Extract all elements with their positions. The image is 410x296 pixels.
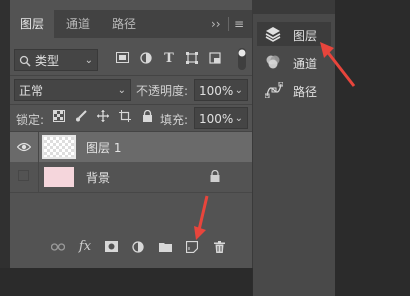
chevron-down-icon: ⌄ [234,113,243,124]
dock-item-label: 路径 [293,85,318,99]
kind-filter-label: 类型 [35,54,60,68]
layer-name: 背景 [86,171,111,185]
dock-item-label: 图层 [293,29,318,43]
fill-label: 填充: [160,113,189,127]
paths-icon [264,81,284,99]
bottom-strip [0,268,252,296]
layer-row-background[interactable]: 背景 [10,162,252,192]
tab-separator [228,17,229,31]
opacity-value: 100% [199,84,234,98]
filter-toggle-icon[interactable] [236,48,248,75]
lock-all-icon[interactable] [140,109,154,127]
divider [10,192,252,193]
lock-icon [210,169,220,185]
panel-menu-icon[interactable]: ≡ [234,10,244,38]
blend-mode-select[interactable]: 正常 ⌄ [14,79,131,101]
blend-row: 正常 ⌄ 不透明度: 100% ⌄ [10,78,252,102]
tab-layers[interactable]: 图层 [10,10,54,38]
eye-icon [17,142,31,152]
layers-panel: 图层 通道 路径 ›› ≡ 类型 ⌄ T 正常 ⌄ 不透明度: 100% ⌄ 锁… [10,0,253,268]
dock-header [253,0,335,14]
lock-label: 锁定: [16,113,45,127]
chevron-down-icon: ⌄ [84,55,93,66]
opacity-label: 不透明度: [136,84,189,98]
layer-name: 图层 1 [86,141,122,155]
kind-filter-select[interactable]: 类型 ⌄ [14,49,98,71]
visibility-empty-box [18,170,29,181]
search-icon [19,50,31,74]
fx-icon[interactable]: fx [74,236,96,258]
layer-thumbnail [44,167,74,187]
annotation-arrow [320,42,356,87]
layer-thumbnail [42,135,76,159]
visibility-toggle[interactable] [10,132,39,162]
panel-tabbar: 图层 通道 路径 ›› ≡ [10,10,252,38]
annotation-arrow [194,195,209,240]
lock-transparent-icon[interactable] [52,110,66,127]
link-icon[interactable] [47,236,69,258]
left-strip [0,0,10,296]
adjustment-icon[interactable] [127,236,149,258]
filter-row: 类型 ⌄ T [10,48,252,72]
adjustment-filter-icon[interactable] [138,52,154,69]
smart-object-filter-icon[interactable] [207,52,223,69]
tab-channels[interactable]: 通道 [56,10,100,38]
fill-input[interactable]: 100% ⌄ [194,107,248,129]
divider [10,104,252,105]
chevron-down-icon: ⌄ [117,85,126,96]
layer-row-layer1[interactable]: 图层 1 [10,132,252,162]
fill-value: 100% [199,112,234,126]
mask-icon[interactable] [100,236,122,258]
collapse-icon[interactable]: ›› [211,10,221,38]
move-icon[interactable] [96,110,110,127]
dock-item-label: 通道 [293,57,318,71]
image-filter-icon[interactable] [114,52,130,68]
chevron-down-icon: ⌄ [234,85,243,96]
shape-filter-icon[interactable] [184,52,200,69]
visibility-toggle[interactable] [10,162,39,192]
layers-footer: fx [10,236,252,258]
divider [10,75,252,76]
tab-paths[interactable]: 路径 [102,10,146,38]
artboard-lock-icon[interactable] [118,110,132,127]
layers-icon [265,26,281,42]
lock-row: 锁定: 填充: 100% ⌄ [10,106,252,130]
brush-icon[interactable] [74,110,88,127]
folder-icon[interactable] [154,236,176,258]
type-filter-icon[interactable]: T [161,51,177,67]
blend-mode-label: 正常 [19,84,44,98]
channels-icon [265,54,281,70]
opacity-input[interactable]: 100% ⌄ [194,79,248,101]
